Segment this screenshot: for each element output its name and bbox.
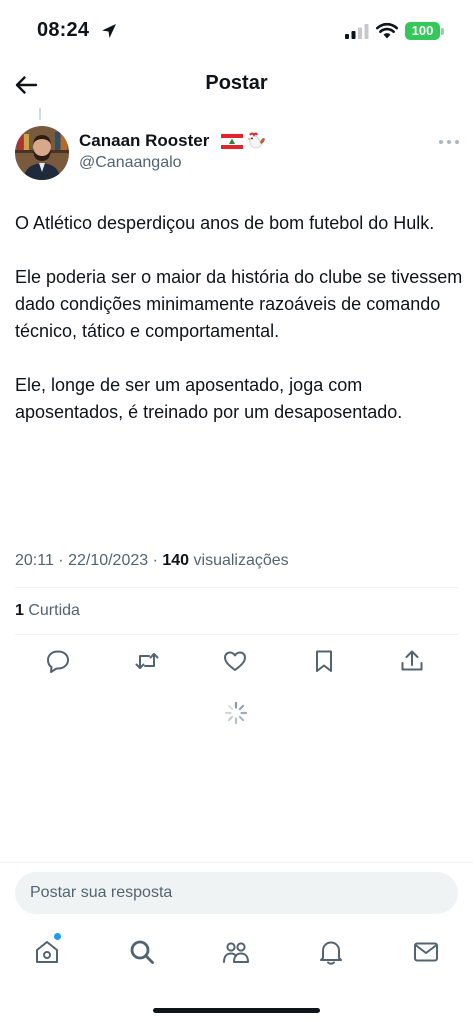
battery-icon: 100 [405,22,440,40]
more-options-icon[interactable] [438,138,460,146]
reply-divider [0,862,473,863]
messages-icon[interactable] [412,938,440,966]
views-label: visualizações [189,552,289,569]
status-bar: 08:24 100 [0,0,473,60]
divider [15,634,458,635]
author-handle[interactable]: @Canaangalo [79,154,182,172]
home-icon[interactable] [33,938,61,966]
bookmark-icon[interactable] [311,648,337,674]
home-indicator [153,1008,320,1013]
like-icon[interactable] [222,648,248,674]
cellular-signal-icon [345,24,369,39]
views-count: 140 [162,552,190,569]
wifi-icon [376,22,398,39]
rooster-icon [247,132,265,149]
unread-dot [54,933,61,940]
likes-link[interactable]: 1 Curtida [15,602,80,620]
tweet-paragraph: O Atlético desperdiçou anos de bom futeb… [15,213,435,233]
search-icon[interactable] [128,938,156,966]
battery-level: 100 [411,23,434,38]
share-icon[interactable] [399,648,425,674]
lebanon-flag-icon [221,133,243,150]
tweet-metadata: 20:11 · 22/10/2023 · 140 visualizações [15,552,289,570]
thread-line [39,108,41,120]
battery-cap [441,28,444,35]
retweet-icon[interactable] [134,648,160,674]
likes-count: 1 [15,602,24,619]
loading-spinner-icon [224,701,248,725]
tweet-timestamp[interactable]: 20:11 · 22/10/2023 · [15,552,162,569]
tweet-text: O Atlético desperdiçou anos de bom futeb… [15,210,465,453]
author-name[interactable]: Canaan Rooster [79,131,209,151]
tweet-paragraph: Ele, longe de ser um aposentado, joga co… [15,375,403,422]
reply-icon[interactable] [45,648,71,674]
avatar[interactable] [15,126,69,180]
divider [15,587,458,588]
page-title: Postar [205,72,268,94]
likes-label: Curtida [23,602,80,619]
location-arrow-icon [102,24,116,38]
status-time: 08:24 [37,19,90,41]
communities-icon[interactable] [222,938,250,966]
notifications-icon[interactable] [317,938,345,966]
tweet-paragraph: Ele poderia ser o maior da história do c… [15,267,463,341]
reply-input[interactable] [15,872,458,914]
